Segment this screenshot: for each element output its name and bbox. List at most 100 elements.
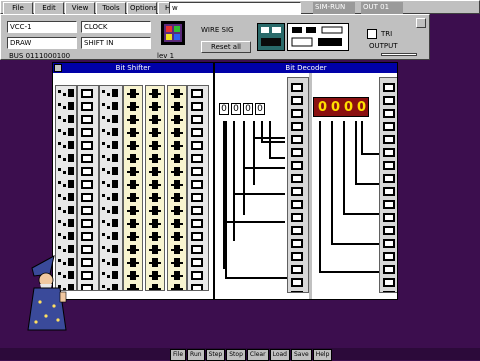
shift-pins-a-row[interactable] bbox=[56, 88, 76, 99]
shift-gates-a-row[interactable] bbox=[124, 270, 142, 281]
shift-regs-b-row[interactable] bbox=[188, 192, 208, 203]
shift-gates-b-row[interactable] bbox=[146, 218, 164, 229]
shift-pins-a-row[interactable] bbox=[56, 166, 76, 177]
shift-gates-c-row[interactable] bbox=[168, 88, 186, 99]
shift-pins-a-row[interactable] bbox=[56, 205, 76, 216]
shift-gates-c-row[interactable] bbox=[168, 231, 186, 242]
decoder-col-right-row[interactable] bbox=[380, 121, 397, 132]
shift-gates-c-row[interactable] bbox=[168, 127, 186, 138]
shift-gates-a-row[interactable] bbox=[124, 88, 142, 99]
shift-gates-c-row[interactable] bbox=[168, 283, 186, 290]
shift-gates-b-row[interactable] bbox=[146, 114, 164, 125]
taskbar-item-step[interactable]: Step bbox=[205, 349, 226, 361]
shift-gates-a-row[interactable] bbox=[124, 114, 142, 125]
shift-gates-c-row[interactable] bbox=[168, 244, 186, 255]
shift-gates-a-row[interactable] bbox=[124, 127, 142, 138]
shift-gates-b-row[interactable] bbox=[146, 179, 164, 190]
decoder-col-left-row[interactable] bbox=[288, 108, 308, 119]
shift-gates-a-row[interactable] bbox=[124, 231, 142, 242]
shift-pins-b-row[interactable] bbox=[100, 270, 122, 281]
reset-all-button[interactable]: Reset all bbox=[201, 41, 251, 53]
decoder-col-left-row[interactable] bbox=[288, 290, 308, 292]
decoder-col-right-row[interactable] bbox=[380, 277, 397, 288]
decoder-col-left-row[interactable] bbox=[288, 264, 308, 275]
shift-gates-c-row[interactable] bbox=[168, 179, 186, 190]
shift-gates-c-row[interactable] bbox=[168, 218, 186, 229]
shift-gates-a-row[interactable] bbox=[124, 218, 142, 229]
shift-gates-b-row[interactable] bbox=[146, 88, 164, 99]
shift-regs-b-row[interactable] bbox=[188, 244, 208, 255]
shift-gates-b-row[interactable] bbox=[146, 257, 164, 268]
shift-gates-b-row[interactable] bbox=[146, 231, 164, 242]
shift-pins-a-row[interactable] bbox=[56, 192, 76, 203]
shift-pins-a-row[interactable] bbox=[56, 114, 76, 125]
shift-gates-c-row[interactable] bbox=[168, 205, 186, 216]
shift-regs-b-row[interactable] bbox=[188, 166, 208, 177]
shift-regs-a-row[interactable] bbox=[78, 283, 98, 290]
shift-regs-b-row[interactable] bbox=[188, 101, 208, 112]
decoder-col-left-row[interactable] bbox=[288, 238, 308, 249]
decoder-col-right-row[interactable] bbox=[380, 225, 397, 236]
shift-gates-b-row[interactable] bbox=[146, 270, 164, 281]
decoder-col-left-row[interactable] bbox=[288, 121, 308, 132]
shift-regs-b-row[interactable] bbox=[188, 140, 208, 151]
shift-regs-a-row[interactable] bbox=[78, 192, 98, 203]
wizard-mascot-icon[interactable] bbox=[24, 254, 72, 334]
shift-regs-a-row[interactable] bbox=[78, 127, 98, 138]
shift-gates-b-row[interactable] bbox=[146, 205, 164, 216]
shift-regs-b-row[interactable] bbox=[188, 114, 208, 125]
decoder-col-right-row[interactable] bbox=[380, 199, 397, 210]
shift-regs-a-row[interactable] bbox=[78, 270, 98, 281]
decoder-col-left-row[interactable] bbox=[288, 186, 308, 197]
taskbar-item-run[interactable]: Run bbox=[187, 349, 205, 361]
shift-pins-b-row[interactable] bbox=[100, 244, 122, 255]
shift-gates-a-row[interactable] bbox=[124, 257, 142, 268]
shift-regs-a-row[interactable] bbox=[78, 166, 98, 177]
shift-gates-a-row[interactable] bbox=[124, 192, 142, 203]
shift-regs-a-row[interactable] bbox=[78, 231, 98, 242]
shift-pins-a-row[interactable] bbox=[56, 231, 76, 242]
shift-regs-a-row[interactable] bbox=[78, 140, 98, 151]
shift-gates-b-row[interactable] bbox=[146, 101, 164, 112]
shift-regs-a-row[interactable] bbox=[78, 153, 98, 164]
decoder-col-left-row[interactable] bbox=[288, 277, 308, 288]
shift-gates-c-row[interactable] bbox=[168, 270, 186, 281]
shift-gates-c-row[interactable] bbox=[168, 101, 186, 112]
decoder-col-right-row[interactable] bbox=[380, 147, 397, 158]
shift-gates-c-row[interactable] bbox=[168, 140, 186, 151]
shift-gates-b-row[interactable] bbox=[146, 127, 164, 138]
output-slider[interactable] bbox=[381, 53, 417, 56]
shift-pins-a-row[interactable] bbox=[56, 218, 76, 229]
decoder-col-left-row[interactable] bbox=[288, 160, 308, 171]
decoder-col-right-row[interactable] bbox=[380, 212, 397, 223]
panel-close-button[interactable] bbox=[416, 18, 426, 28]
shift-regs-a-row[interactable] bbox=[78, 114, 98, 125]
shift-gates-a-row[interactable] bbox=[124, 179, 142, 190]
shift-gates-a-row[interactable] bbox=[124, 205, 142, 216]
decoder-col-right-row[interactable] bbox=[380, 264, 397, 275]
shift-pins-a-row[interactable] bbox=[56, 153, 76, 164]
decoder-col-right-row[interactable] bbox=[380, 173, 397, 184]
decoder-col-left-row[interactable] bbox=[288, 147, 308, 158]
shift-pins-a-row[interactable] bbox=[56, 101, 76, 112]
shift-gates-c-row[interactable] bbox=[168, 257, 186, 268]
taskbar-item-stop[interactable]: Stop bbox=[226, 349, 246, 361]
shift-pins-a-row[interactable] bbox=[56, 140, 76, 151]
decoder-col-right-row[interactable] bbox=[380, 238, 397, 249]
shift-pins-b-row[interactable] bbox=[100, 101, 122, 112]
shift-pins-b-row[interactable] bbox=[100, 257, 122, 268]
shift-pins-b-row[interactable] bbox=[100, 218, 122, 229]
field-clock[interactable]: CLOCK bbox=[81, 21, 151, 33]
shift-regs-a-row[interactable] bbox=[78, 205, 98, 216]
taskbar-item-help[interactable]: Help bbox=[312, 349, 333, 361]
shift-gates-c-row[interactable] bbox=[168, 166, 186, 177]
decoder-col-right-row[interactable] bbox=[380, 95, 397, 106]
shift-pins-a-row[interactable] bbox=[56, 179, 76, 190]
decoder-col-left-row[interactable] bbox=[288, 199, 308, 210]
decoder-col-right-row[interactable] bbox=[380, 134, 397, 145]
shift-regs-a-row[interactable] bbox=[78, 257, 98, 268]
shift-gates-b-row[interactable] bbox=[146, 244, 164, 255]
taskbar-item-file[interactable]: File bbox=[170, 349, 187, 361]
shift-regs-a-row[interactable] bbox=[78, 101, 98, 112]
shift-pins-b-row[interactable] bbox=[100, 283, 122, 290]
